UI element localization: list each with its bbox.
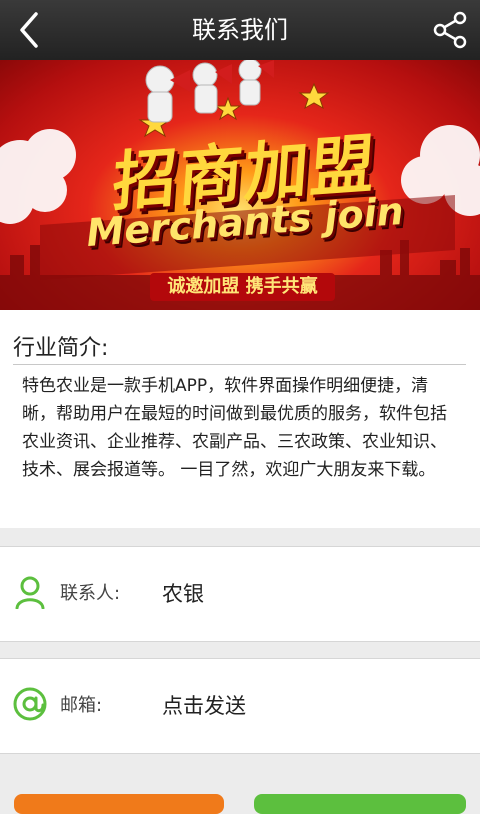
contact-label: 联系人: <box>60 583 121 604</box>
email-value[interactable]: 点击发送 <box>162 659 246 753</box>
email-label: 邮箱: <box>60 695 103 716</box>
at-icon <box>13 687 47 721</box>
green-action-button[interactable] <box>254 794 466 814</box>
page-title: 联系我们 <box>192 16 288 44</box>
email-row[interactable]: 邮箱: 点击发送 <box>0 658 480 754</box>
contact-value: 农银 <box>162 582 204 606</box>
orange-action-button[interactable] <box>14 794 224 814</box>
share-icon[interactable] <box>430 10 470 50</box>
intro-divider <box>13 364 466 365</box>
person-icon <box>13 575 47 610</box>
promo-banner: 招商加盟 Merchants join 诚邀加盟 携手共赢 <box>0 60 480 310</box>
intro-heading: 行业简介: <box>13 336 109 361</box>
banner-tagline: 诚邀加盟 携手共赢 <box>150 273 335 301</box>
intro-body: 特色农业是一款手机APP，软件界面操作明细便捷，清晰，帮助用户在最短的时间做到最… <box>22 376 447 480</box>
top-bar: 联系我们 <box>0 0 480 61</box>
contact-row[interactable]: 联系人: 农银 <box>0 546 480 642</box>
intro-section: 行业简介: 特色农业是一款手机APP，软件界面操作明细便捷，清晰，帮助用户在最短… <box>0 310 480 528</box>
